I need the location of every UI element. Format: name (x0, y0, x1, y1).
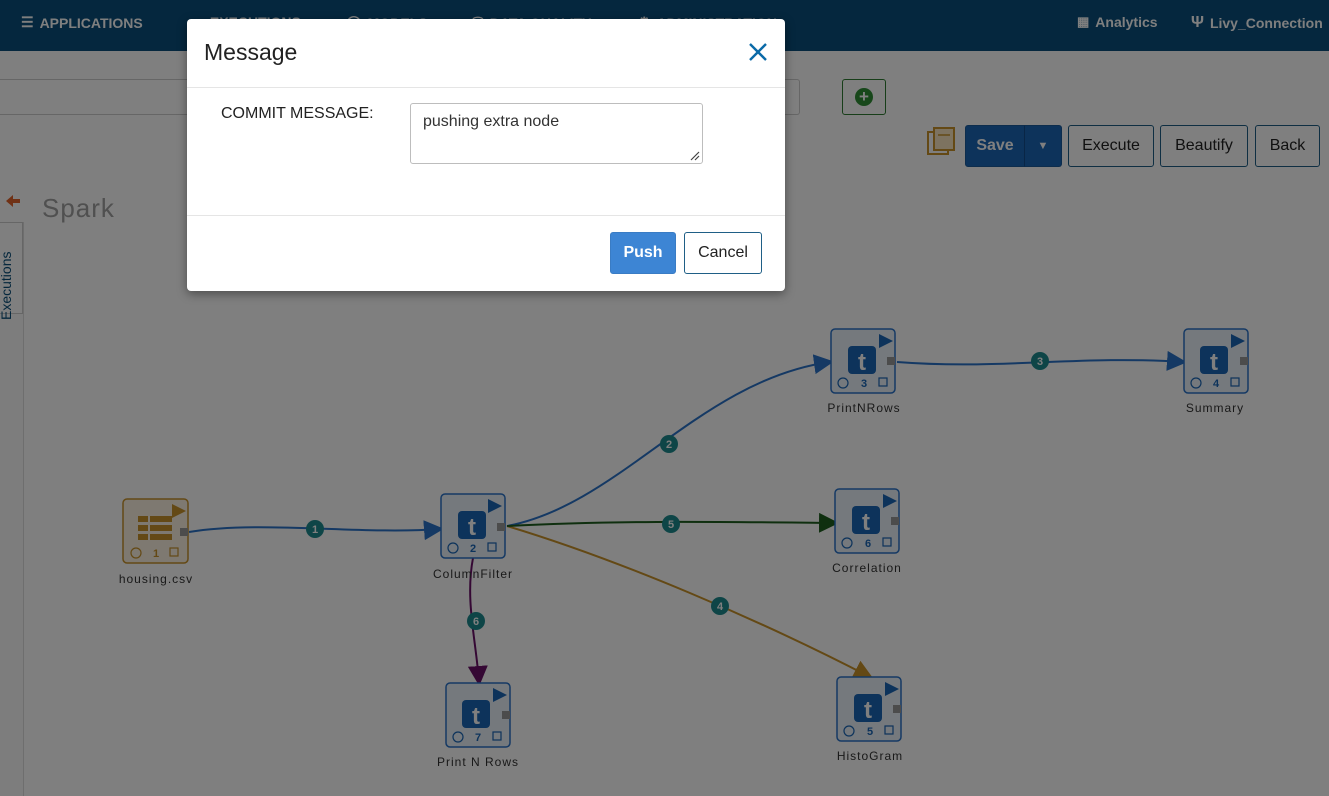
commit-message-field[interactable]: pushing extra node (410, 103, 703, 164)
commit-message-label: COMMIT MESSAGE: (221, 105, 374, 122)
divider (187, 87, 785, 88)
resize-handle-icon[interactable] (689, 150, 700, 161)
dialog-title: Message (204, 39, 298, 65)
commit-message-dialog: Message COMMIT MESSAGE: pushing extra no… (187, 19, 785, 291)
push-button[interactable]: Push (610, 232, 676, 274)
divider (187, 215, 785, 216)
close-icon[interactable] (747, 41, 769, 63)
cancel-button[interactable]: Cancel (684, 232, 762, 274)
